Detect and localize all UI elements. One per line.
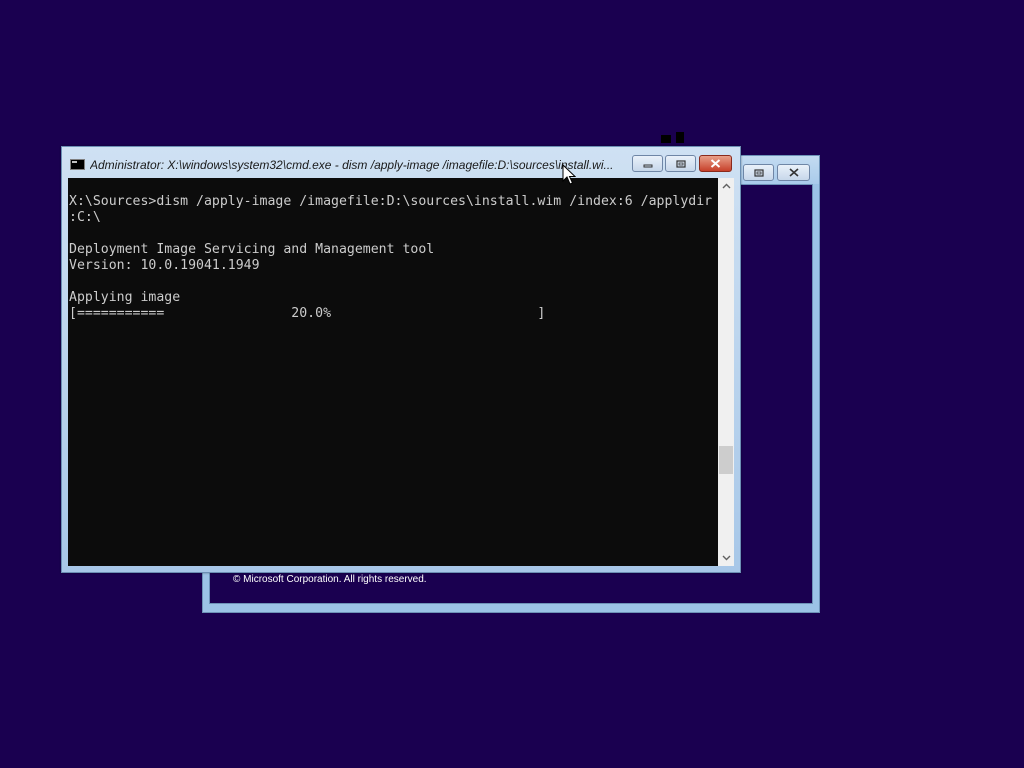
scroll-up-button[interactable] xyxy=(718,178,734,194)
chevron-down-icon xyxy=(722,555,730,561)
scroll-down-button[interactable] xyxy=(718,550,734,566)
window-title: Administrator: X:\windows\system32\cmd.e… xyxy=(90,158,614,172)
maximize-button[interactable] xyxy=(665,155,696,172)
close-icon xyxy=(700,156,731,171)
cmd-window: Administrator: X:\windows\system32\cmd.e… xyxy=(61,146,741,573)
scrollbar-thumb[interactable] xyxy=(719,446,733,474)
setup-close-button[interactable] xyxy=(777,164,810,181)
minimize-icon xyxy=(633,156,662,171)
chevron-up-icon xyxy=(722,183,730,189)
console-text: X:\Sources>dism /apply-image /imagefile:… xyxy=(69,194,713,321)
copyright-text: © Microsoft Corporation. All rights rese… xyxy=(233,574,427,585)
desktop: © Microsoft Corporation. All rights rese… xyxy=(0,0,1024,768)
restore-icon xyxy=(744,165,773,180)
close-icon xyxy=(778,165,809,180)
mouse-cursor-icon xyxy=(562,164,576,185)
setup-maximize-button[interactable] xyxy=(743,164,774,181)
console-output[interactable]: X:\Sources>dism /apply-image /imagefile:… xyxy=(68,178,718,566)
artifact-icon xyxy=(661,132,684,143)
cmd-icon[interactable] xyxy=(70,159,85,170)
close-button[interactable] xyxy=(699,155,732,172)
vertical-scrollbar[interactable] xyxy=(718,178,734,566)
minimize-button[interactable] xyxy=(632,155,663,172)
restore-icon xyxy=(666,156,695,171)
cmd-titlebar[interactable]: Administrator: X:\windows\system32\cmd.e… xyxy=(62,147,740,177)
